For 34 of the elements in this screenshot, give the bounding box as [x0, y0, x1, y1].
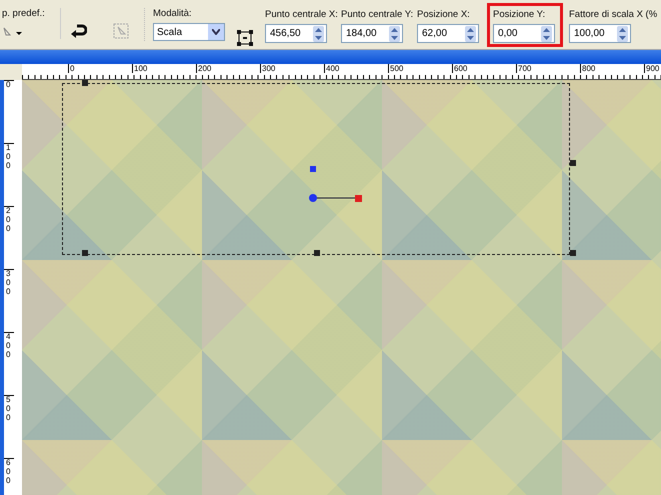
field-label: Punto centrale X: [265, 9, 338, 21]
ruler-label: 400 [4, 332, 14, 395]
spin-button-icon[interactable] [389, 26, 400, 42]
number-field[interactable]: 0,00 [493, 24, 555, 43]
dropdown-caret-icon[interactable] [212, 29, 220, 35]
handle[interactable] [314, 250, 320, 256]
number-field[interactable]: 62,00 [417, 24, 479, 43]
ruler-label: 200 [4, 206, 14, 269]
handle[interactable] [570, 250, 576, 256]
number-field[interactable]: 184,00 [341, 24, 403, 43]
mode-label: Modalità: [153, 8, 192, 20]
number-field[interactable]: 456,50 [265, 24, 327, 43]
ruler-label: 600 [4, 458, 14, 495]
mode-select[interactable]: Scala [153, 23, 225, 41]
field-label: Posizione X: [417, 9, 470, 21]
handle[interactable] [82, 250, 88, 256]
spin-button-icon[interactable] [313, 26, 324, 42]
ruler-label: 0 [4, 80, 14, 143]
ruler-label: 300 [4, 269, 14, 332]
spin-button-icon[interactable] [617, 26, 628, 42]
field-label: Fattore di scala X (% [569, 9, 658, 21]
field-label: Posizione Y: [493, 9, 546, 21]
preset-label: p. predef.: [2, 8, 45, 20]
spin-button-icon[interactable] [541, 26, 552, 42]
spin-button-icon[interactable] [465, 26, 476, 42]
pick-tool-icon[interactable] [237, 30, 253, 46]
number-field[interactable]: 100,00 [569, 24, 631, 43]
handle[interactable] [82, 80, 88, 86]
ruler-label: 100 [4, 143, 14, 206]
rotate-arrow-icon[interactable] [71, 24, 87, 38]
ruler-label: 500 [4, 395, 14, 458]
ruler-label: 900 [644, 64, 661, 73]
field-label: Punto centrale Y: [341, 9, 414, 21]
handle[interactable] [570, 160, 576, 166]
